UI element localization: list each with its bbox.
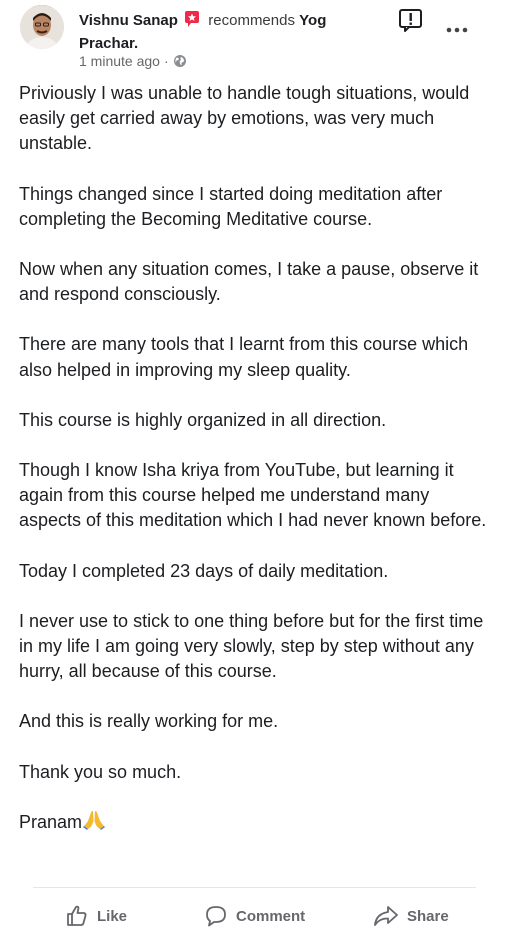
post-paragraph: This course is highly organized in all d…	[19, 409, 387, 430]
share-button[interactable]: Share	[373, 898, 449, 934]
avatar[interactable]	[20, 5, 64, 49]
folded-hands-icon	[83, 810, 106, 837]
post-closing: Pranam	[19, 810, 491, 837]
more-options-icon[interactable]	[445, 23, 469, 35]
closing-text: Pranam	[19, 811, 83, 832]
post-paragraph: Thank you so much.	[19, 761, 182, 782]
post-paragraph: There are many tools that I learnt from …	[19, 334, 474, 380]
like-button[interactable]: Like	[65, 898, 127, 934]
recommends-text: recommends	[208, 12, 295, 29]
post-meta: 1 minute ago ·	[79, 53, 187, 69]
timestamp[interactable]: 1 minute ago	[79, 53, 160, 69]
meta-separator: ·	[163, 53, 169, 69]
post-card: Vishnu Sanap recommends Yog Prachar. 1 m…	[0, 0, 509, 947]
thumbs-up-icon	[65, 904, 89, 928]
post-body: Priviously I was unable to handle tough …	[19, 81, 491, 862]
recommend-badge-icon	[183, 10, 201, 34]
post-paragraph: Though I know Isha kriya from YouTube, b…	[19, 460, 487, 531]
post-paragraph: Priviously I was unable to handle tough …	[19, 83, 475, 154]
report-flag-icon[interactable]	[398, 8, 424, 32]
actions-divider	[33, 887, 476, 888]
post-paragraph: Now when any situation comes, I take a p…	[19, 259, 484, 305]
comment-label: Comment	[236, 907, 306, 925]
post-paragraph: I never use to stick to one thing before…	[19, 610, 489, 682]
post-header: Vishnu Sanap recommends Yog Prachar.	[79, 10, 379, 54]
share-label: Share	[407, 907, 449, 925]
post-actions-bar: Like Comment Share	[0, 898, 509, 934]
post-paragraph: Things changed since I started doing med…	[19, 183, 448, 229]
post-paragraph: Today I completed 23 days of daily medit…	[19, 560, 389, 581]
comment-bubble-icon	[204, 904, 228, 928]
author-name[interactable]: Vishnu Sanap	[79, 12, 178, 29]
like-label: Like	[97, 907, 128, 925]
post-paragraph: And this is really working for me.	[19, 711, 279, 732]
globe-icon	[173, 54, 187, 68]
share-arrow-icon	[373, 904, 399, 928]
comment-button[interactable]: Comment	[204, 898, 305, 934]
